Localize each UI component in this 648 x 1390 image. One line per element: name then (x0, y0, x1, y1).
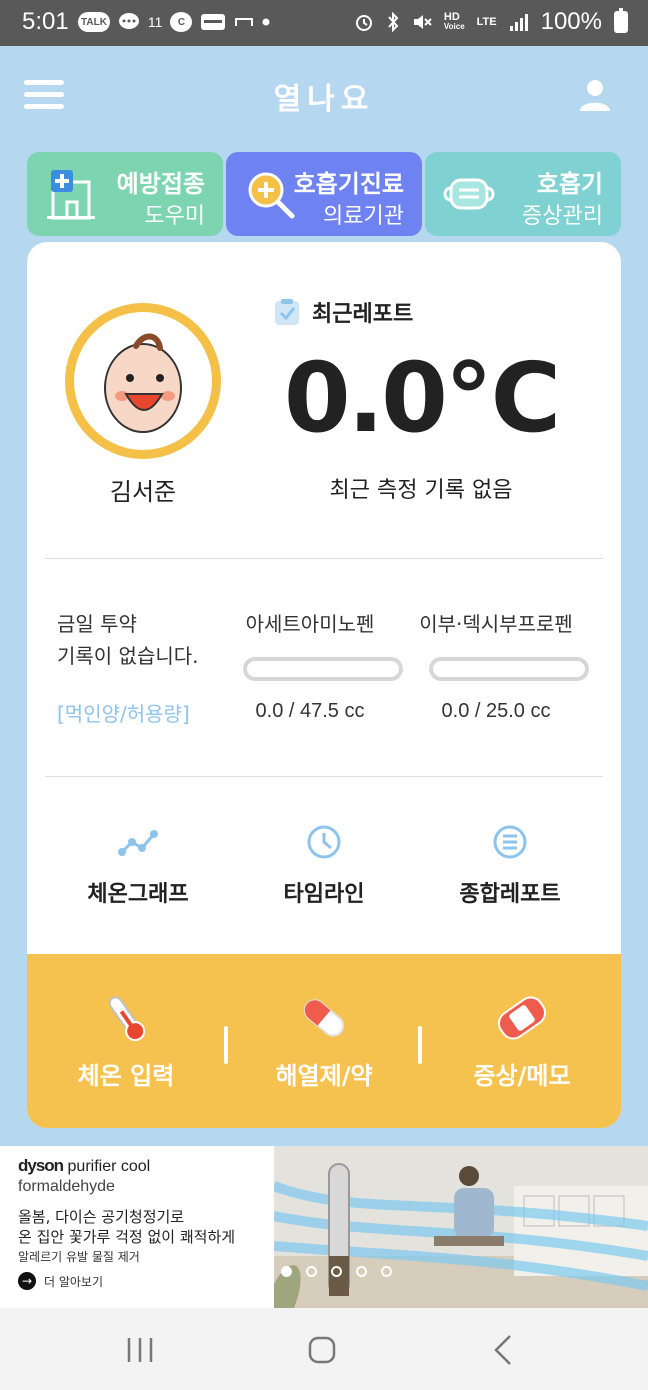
dose-label: [먹인양/허용량] (57, 702, 190, 726)
back-icon[interactable] (474, 1330, 534, 1370)
tab-title: 예방접종 (116, 170, 205, 198)
medicine-progress-bar (243, 657, 403, 681)
temperature-input-button[interactable]: 체온 입력 (27, 954, 225, 1128)
medicine-dose-value: 0.0 / 47.5 cc (255, 700, 365, 722)
action-bar: 체온 입력 해열제/약 증상/메모 (27, 954, 621, 1128)
tab-title: 호흡기 (536, 170, 603, 198)
ad-learn-more-label: 더 알아보기 (44, 1274, 104, 1289)
tab-respiratory-symptoms[interactable]: 호흡기 증상관리 (425, 152, 621, 236)
temperature-value: 0.0℃ (283, 342, 561, 454)
signal-icon (509, 14, 528, 31)
arrow-right-icon: → (18, 1272, 36, 1290)
hd-voice-label: HD (443, 11, 460, 23)
ad-brand-name: dyson (18, 1156, 64, 1175)
lte-label: LTE (476, 16, 497, 28)
recent-report-label: 최근레포트 (312, 302, 414, 327)
home-icon[interactable] (292, 1330, 352, 1370)
ad-product-line2: formaldehyde (18, 1178, 115, 1195)
bluetooth-icon (388, 12, 399, 32)
tab-title: 호흡기진료 (293, 170, 404, 198)
ad-copy: 온 집안 꽃가루 걱정 없이 쾌적하게 (18, 1228, 236, 1246)
page-dot[interactable] (331, 1266, 342, 1277)
mute-icon (413, 15, 432, 29)
divider (45, 776, 603, 777)
symptom-memo-button[interactable]: 증상/메모 (423, 954, 621, 1128)
menu-label: 종합레포트 (459, 882, 561, 907)
system-nav-bar (0, 1308, 648, 1390)
dot-icon (262, 18, 270, 26)
action-label: 체온 입력 (77, 1062, 175, 1090)
kakaotalk-icon: TALK (78, 12, 110, 32)
medicine-progress-bar (429, 657, 589, 681)
clipboard-check-icon (275, 299, 299, 325)
page-dot[interactable] (381, 1266, 392, 1277)
medicine-dose-value: 0.0 / 25.0 cc (441, 700, 551, 722)
battery-percent: 100% (540, 8, 602, 35)
summary-report-button[interactable]: 종합레포트 (415, 822, 605, 912)
ad-learn-more[interactable]: → 더 알아보기 (18, 1272, 103, 1290)
medication-empty-line1: 금일 투약 (57, 612, 137, 636)
user-icon[interactable] (578, 78, 612, 112)
hd-voice-sub: Voice (443, 22, 465, 31)
recent-report-header: 최근레포트 (272, 296, 413, 328)
ad-copy: 알레르기 유발 물질 제거 (18, 1250, 140, 1264)
ad-product-name: purifier cool (67, 1158, 151, 1175)
notification-icons: TALK 11 C (78, 12, 270, 32)
kia-app-icon (201, 14, 226, 30)
baby-face-icon (104, 333, 182, 433)
main-card: 김서준 최근레포트 0.0℃ 최근 측정 기록 없음 금일 투약 기록이 없습니… (27, 242, 621, 1128)
ad-pagination[interactable] (256, 1266, 392, 1277)
hospital-icon (47, 170, 95, 220)
recent-apps-icon[interactable] (110, 1330, 170, 1370)
action-label: 증상/메모 (473, 1062, 571, 1090)
ad-banner[interactable]: dyson purifier cool formaldehyde 올봄, 다이슨… (0, 1146, 648, 1308)
ad-copy: 올봄, 다이슨 공기청정기로 (18, 1208, 185, 1226)
menu-label: 타임라인 (283, 882, 365, 907)
search-plus-icon (248, 172, 295, 219)
bandage-icon (498, 996, 546, 1040)
line-graph-icon (118, 830, 158, 856)
fever-medicine-button[interactable]: 해열제/약 (225, 954, 423, 1128)
medicine-name: 이부·덱시부프로펜 (419, 612, 573, 636)
system-icons: HD Voice LTE 100% (354, 8, 628, 36)
alarm-icon (355, 15, 372, 31)
action-separator (418, 1026, 422, 1064)
child-avatar[interactable] (65, 303, 221, 459)
cast-icon (235, 18, 254, 26)
medication-empty-line2: 기록이 없습니다. (57, 644, 199, 668)
mask-icon (443, 178, 495, 210)
c-app-icon: C (170, 12, 193, 32)
clock-icon (307, 825, 341, 859)
medicine-name: 아세트아미노펜 (245, 612, 375, 636)
divider (45, 558, 603, 559)
menu-label: 체온그래프 (87, 882, 189, 907)
thermometer-icon (108, 996, 146, 1042)
tab-respiratory-clinic[interactable]: 호흡기진료 의료기관 (226, 152, 422, 236)
timeline-button[interactable]: 타임라인 (229, 822, 419, 912)
chat-bubble-icon (118, 13, 139, 29)
page-dot[interactable] (306, 1266, 317, 1277)
app-title: 열나요 (273, 82, 375, 117)
tab-subtitle: 증상관리 (522, 204, 603, 229)
child-name: 김서준 (109, 478, 177, 506)
ad-brand: dyson purifier cool (18, 1156, 150, 1176)
measurement-status: 최근 측정 기록 없음 (329, 478, 513, 503)
tab-subtitle: 도우미 (144, 204, 205, 229)
page-dot-active[interactable] (281, 1266, 292, 1277)
page-dot[interactable] (356, 1266, 367, 1277)
app-header: 열나요 (0, 46, 648, 146)
ad-photo (274, 1146, 648, 1308)
battery-icon (614, 8, 628, 33)
notification-count: 11 (147, 14, 163, 30)
page-dot[interactable] (256, 1266, 267, 1277)
action-label: 해열제/약 (275, 1062, 373, 1090)
status-time: 5:01 (22, 8, 69, 35)
pill-icon (303, 999, 345, 1037)
tab-vaccination[interactable]: 예방접종 도우미 (27, 152, 223, 236)
status-bar: 5:01 TALK 11 C HD Voice LTE 100% (0, 0, 648, 46)
tab-subtitle: 의료기관 (323, 204, 404, 229)
temperature-graph-button[interactable]: 체온그래프 (43, 822, 233, 912)
list-icon (493, 825, 527, 859)
